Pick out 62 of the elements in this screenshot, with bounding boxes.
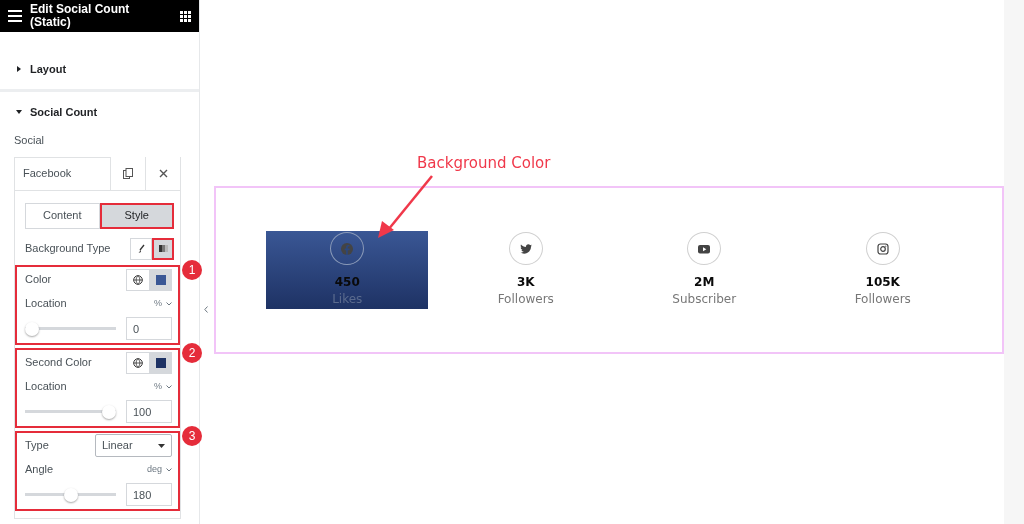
annotation-label: Background Color (417, 153, 551, 174)
field-label: Second Color (25, 355, 93, 371)
field-label: Type (25, 438, 50, 454)
slider-thumb[interactable] (102, 404, 116, 419)
camera-icon (876, 242, 889, 255)
unit-selector[interactable]: deg (146, 462, 172, 477)
duplicate-button[interactable] (110, 157, 145, 190)
field-label: Social (13, 133, 45, 148)
f-logo-icon (341, 242, 354, 255)
social-label: Likes (332, 291, 363, 308)
scrollbar[interactable] (1004, 0, 1024, 524)
annotation-arrow (376, 174, 436, 240)
caret-icon (166, 301, 172, 306)
caret-icon (166, 467, 172, 472)
global-colors-button[interactable] (126, 351, 150, 374)
social-count: 2M (694, 275, 715, 289)
caret-icon (166, 384, 172, 389)
field-label: Angle (25, 462, 55, 478)
brush-icon (136, 244, 146, 253)
gradient-icon (158, 244, 168, 253)
social-label: Subscriber (672, 291, 737, 308)
number-input[interactable]: 100 (126, 400, 172, 423)
tab[interactable]: Content (25, 202, 100, 229)
number-input[interactable]: 0 (126, 317, 172, 340)
repeater-item-header[interactable]: Facebook (15, 157, 180, 191)
social-label: Followers (854, 291, 911, 308)
unit-selector[interactable]: % (154, 379, 172, 394)
select-field[interactable]: Linear (95, 434, 172, 457)
caret-icon (158, 443, 165, 448)
section-toggle[interactable]: Layout (0, 49, 199, 89)
social-count: 450 (334, 275, 360, 289)
slider-thumb[interactable] (25, 321, 39, 336)
callout-badge: 3 (182, 425, 202, 446)
globe-icon (133, 274, 143, 285)
background-type-option[interactable] (152, 237, 174, 260)
bird-icon (519, 242, 532, 255)
social-count: 3K (516, 275, 535, 289)
field-label: Background Type (25, 241, 112, 257)
global-colors-button[interactable] (126, 268, 150, 291)
close-icon (158, 169, 168, 178)
social-label: Followers (497, 291, 554, 308)
copy-icon (123, 168, 133, 179)
number-input[interactable]: 180 (126, 483, 172, 506)
play-icon (698, 242, 711, 255)
field-label: Location (25, 379, 68, 395)
repeater-item-title: Facebook (22, 166, 73, 182)
callout-badge: 1 (182, 259, 202, 280)
section-toggle[interactable]: Social Count (0, 92, 199, 132)
menu-icon[interactable] (8, 10, 22, 22)
apps-grid-icon[interactable] (180, 10, 191, 22)
chevron-icon (204, 305, 208, 313)
globe-icon (133, 357, 143, 368)
field-label: Color (25, 272, 53, 288)
color-picker-button[interactable] (150, 351, 172, 374)
field-label: Location (25, 296, 68, 312)
tab[interactable]: Style (99, 202, 174, 229)
panel-title: Edit Social Count (Static) (30, 3, 131, 29)
color-picker-button[interactable] (150, 268, 172, 291)
unit-selector[interactable]: % (154, 296, 172, 311)
slider-thumb[interactable] (63, 487, 78, 502)
callout-badge: 2 (182, 342, 202, 363)
social-count: 105K (865, 275, 900, 289)
